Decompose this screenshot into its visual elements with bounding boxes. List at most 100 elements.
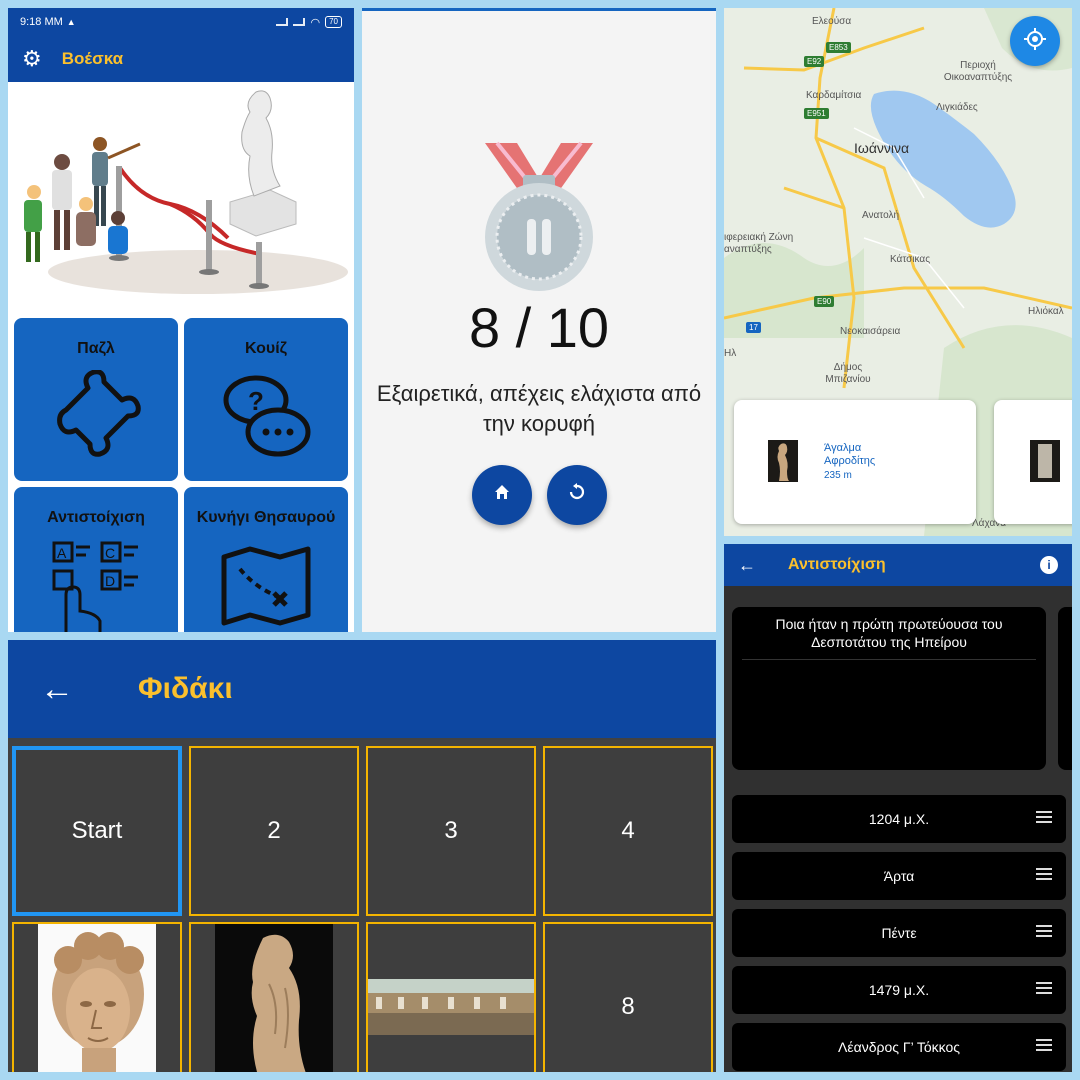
road-shield: E951 (804, 108, 829, 119)
road-shield: E853 (826, 42, 851, 53)
notification-icon: ▲ (66, 17, 76, 27)
puzzle-icon (46, 369, 146, 471)
answer-text: Πέντε (881, 925, 917, 941)
archaeological-site-image (368, 979, 534, 1035)
head-sculpture-image (38, 924, 156, 1072)
map-label: Ανατολή (862, 210, 900, 221)
activity-tiles: Παζλ Κουίζ ? Αντιστοίχιση A CD Κυνήγι Θησ… (14, 318, 348, 632)
status-time: 9:18 ΜΜ (20, 16, 63, 28)
board-cell-image[interactable] (366, 922, 536, 1072)
drag-handle-icon[interactable] (1036, 925, 1052, 937)
map-label: ιφερειακή Ζώνη αναπτύξης (724, 232, 794, 255)
road-shield: E92 (804, 56, 825, 67)
board-cell-start[interactable]: Start (12, 746, 182, 916)
tile-quiz[interactable]: Κουίζ ? (184, 318, 348, 481)
statue-thumbnail (768, 440, 798, 482)
board-cell[interactable]: 4 (543, 746, 713, 916)
score-message: Εξαιρετικά, απέχεις ελάχιστα από την κορ… (376, 381, 702, 436)
score-screen: 8 / 10 Εξαιρετικά, απέχεις ελάχιστα από … (362, 8, 716, 632)
map-label: Δήμος Μπιζανίου (825, 362, 871, 385)
my-location-button[interactable] (1010, 16, 1060, 66)
battery-icon: 70 (325, 16, 342, 28)
next-question-card[interactable] (1058, 607, 1072, 770)
map-label: Καρδαμίτσια (806, 90, 862, 101)
crosshair-icon (1023, 27, 1047, 56)
board-cell-image[interactable] (189, 922, 359, 1072)
tile-treasure-hunt[interactable]: Κυνήγι Θησαυρού (184, 487, 348, 632)
app-title: Βοέσκα (61, 49, 124, 68)
answer-item[interactable]: Άρτα (732, 852, 1066, 900)
replay-icon (568, 483, 586, 507)
chat-question-icon: ? (216, 370, 316, 471)
answer-text: 1479 μ.Χ. (868, 982, 930, 998)
map-label: Κάτσικας (890, 254, 931, 265)
drag-handle-icon[interactable] (1036, 1039, 1052, 1051)
board-cell[interactable]: 3 (366, 746, 536, 916)
poi-card[interactable]: Άγαλμα Αφροδίτης 235 m (734, 400, 976, 524)
matching-title: Αντιστοίχιση (788, 556, 886, 573)
board-grid: Start 2 3 4 8 (12, 746, 713, 1072)
medal-icon (485, 141, 593, 291)
road-shield: E90 (814, 296, 835, 307)
matching-app-bar: ← Αντιστοίχιση i (724, 544, 1072, 586)
drag-handle-icon[interactable] (1036, 811, 1052, 823)
match-abcd-icon: A CD (46, 539, 146, 632)
museum-illustration (8, 82, 354, 312)
board-cell[interactable]: 8 (543, 922, 713, 1072)
map-label: Ηλ (724, 348, 737, 359)
tile-label: Κουίζ (244, 340, 288, 357)
svg-text:A: A (57, 545, 67, 561)
question-card: Ποια ήταν η πρώτη πρωτεύουσα του Δεσποτά… (732, 607, 1046, 770)
poi-title: Άγαλμα Αφροδίτης (824, 442, 876, 467)
svg-text:C: C (105, 545, 115, 561)
answer-item[interactable]: Πέντε (732, 909, 1066, 957)
map-screen[interactable]: Ελεούσα E853 E92 Περιοχή Οικοαναπτύξης Κ… (724, 8, 1072, 536)
answer-item[interactable]: 1479 μ.Χ. (732, 966, 1066, 1014)
drag-handle-icon[interactable] (1036, 868, 1052, 880)
map-label: Ελεούσα (812, 16, 852, 27)
answer-item[interactable]: 1204 μ.Χ. (732, 795, 1066, 843)
answer-text: Άρτα (883, 868, 915, 884)
city-label: Ιωάννινα (854, 140, 910, 156)
board-cell-image[interactable] (12, 922, 182, 1072)
map-label: Νεοκαισάρεια (840, 326, 901, 337)
board-title: Φιδάκι (138, 672, 233, 705)
app-bar: ⚙ Βοέσκα (8, 36, 354, 82)
statue-image (215, 924, 333, 1072)
drag-handle-icon[interactable] (1036, 982, 1052, 994)
question-text: Ποια ήταν η πρώτη πρωτεύουσα του Δεσποτά… (742, 615, 1036, 660)
tile-matching[interactable]: Αντιστοίχιση A CD (14, 487, 178, 632)
answer-item[interactable]: Λέανδρος Γ’ Τόκκος (732, 1023, 1066, 1071)
back-arrow-icon[interactable]: ← (738, 555, 788, 576)
status-bar: 9:18 ΜΜ ▲ ◠ 70 (8, 8, 354, 36)
score-value: 8 / 10 (468, 296, 610, 359)
signal-icon (293, 18, 306, 26)
home-screen: 9:18 ΜΜ ▲ ◠ 70 ⚙ Βοέσκα Παζλ Κουίζ ? Αντ… (8, 8, 354, 632)
poi-distance: 235 m (824, 470, 852, 481)
info-icon[interactable]: i (1040, 556, 1058, 574)
svg-text:D: D (105, 573, 115, 589)
matching-screen: ← Αντιστοίχιση i Ποια ήταν η πρώτη πρωτε… (724, 544, 1072, 1072)
poi-card[interactable] (994, 400, 1072, 524)
home-button[interactable] (472, 465, 532, 525)
answer-text: Λέανδρος Γ’ Τόκκος (838, 1039, 960, 1055)
answer-text: 1204 μ.Χ. (868, 811, 930, 827)
tile-label: Αντιστοίχιση (47, 509, 145, 526)
road-shield: 17 (746, 322, 761, 333)
answer-list: 1204 μ.Χ. Άρτα Πέντε 1479 μ.Χ. Λέανδρος … (732, 795, 1066, 1072)
tile-label: Κυνήγι Θησαυρού (196, 509, 336, 526)
board-cell[interactable]: 2 (189, 746, 359, 916)
map-label: Ηλιόκαλ (1028, 306, 1064, 317)
board-app-bar: ← Φιδάκι (8, 640, 716, 738)
replay-button[interactable] (547, 465, 607, 525)
stele-thumbnail (1030, 440, 1060, 482)
treasure-map-icon (216, 539, 316, 632)
home-icon (493, 483, 511, 507)
signal-icon (276, 18, 289, 26)
gear-icon[interactable]: ⚙ (22, 48, 42, 70)
tile-puzzle[interactable]: Παζλ (14, 318, 178, 481)
map-label: Λιγκιάδες (936, 102, 978, 113)
snakes-ladders-screen: ← Φιδάκι Start 2 3 4 8 (8, 640, 716, 1072)
map-label: Περιοχή Οικοαναπτύξης (943, 60, 1013, 83)
back-arrow-icon[interactable]: ← (40, 670, 138, 709)
